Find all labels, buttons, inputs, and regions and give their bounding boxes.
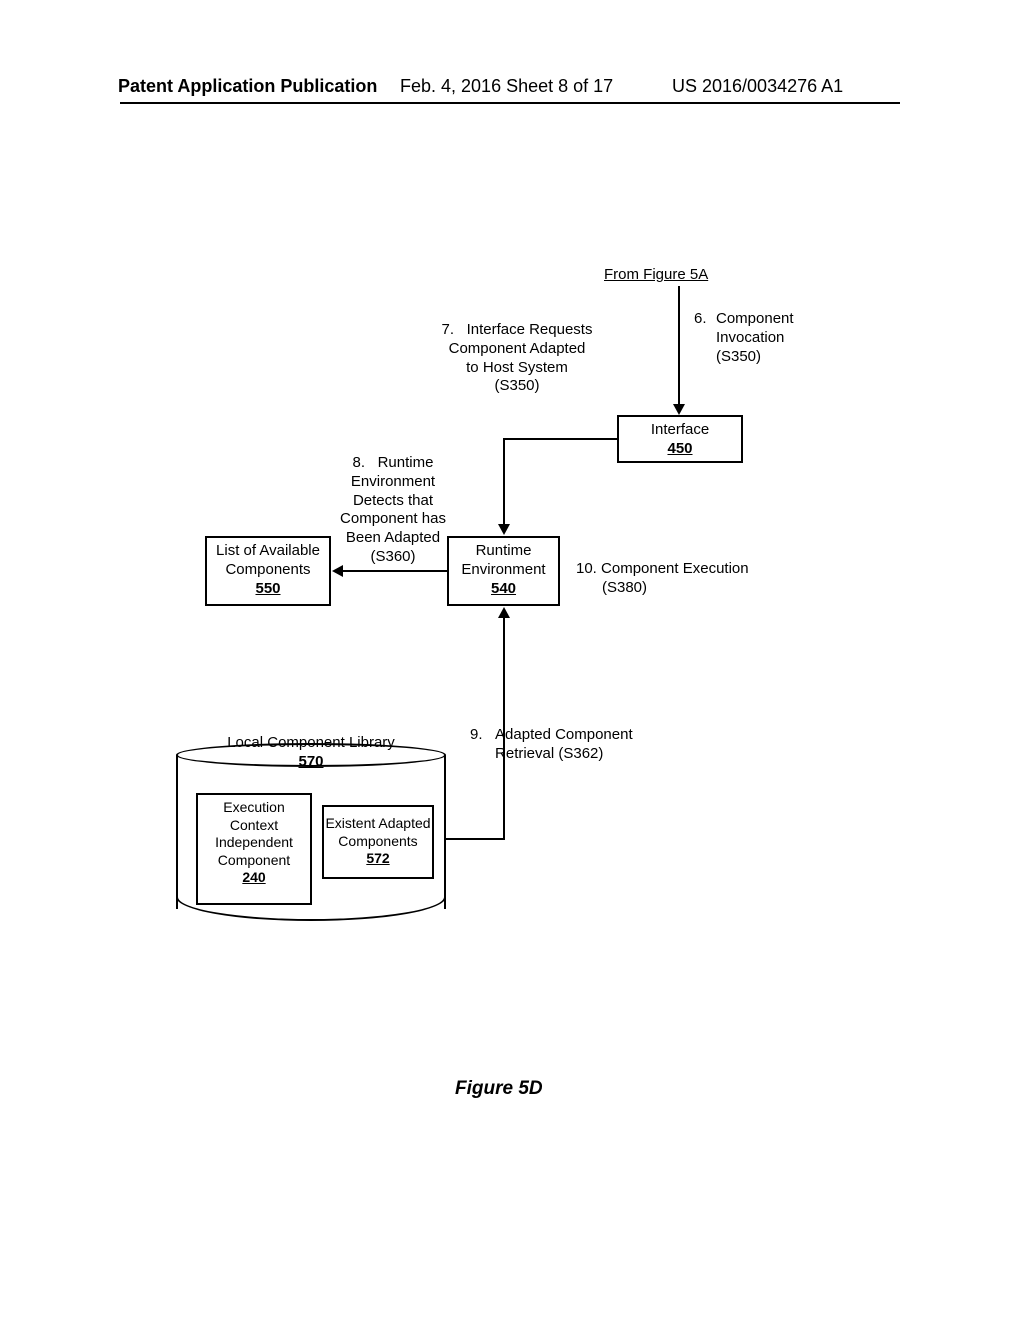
step10-b: (S380): [602, 579, 647, 596]
ecic-ref: 240: [242, 869, 265, 885]
arrow-step8-head-icon: [332, 565, 343, 577]
step6-a: Component: [716, 310, 794, 327]
header-right: US 2016/0034276 A1: [672, 76, 843, 97]
arrow-step9-head-icon: [498, 607, 510, 618]
step9-b: Retrieval (S362): [495, 745, 603, 762]
lib-title: Local Component Library: [227, 734, 395, 751]
step6-b: Invocation: [716, 329, 784, 346]
header-left: Patent Application Publication: [118, 76, 377, 97]
arrow-step9-h: [444, 838, 505, 840]
interface-title: Interface: [651, 421, 709, 438]
runtime-ref: 540: [491, 580, 516, 597]
box-list-available-components: List of Available Components 550: [205, 536, 331, 606]
step9-a: Adapted Component: [495, 726, 633, 743]
arrow-step9-v: [503, 617, 505, 840]
step8-e: Been Adapted: [346, 529, 440, 546]
ecic-b: Context: [230, 817, 278, 833]
eac-b: Components: [338, 833, 417, 849]
header-mid: Feb. 4, 2016 Sheet 8 of 17: [400, 76, 613, 97]
step6-c: (S350): [716, 348, 761, 365]
label-step7: 7. Interface Requests Component Adapted …: [432, 321, 602, 396]
ecic-a: Execution: [223, 799, 284, 815]
step6-num: 6.: [694, 310, 716, 329]
label-step10: 10. Component Execution (S380): [576, 560, 796, 598]
step7-b: Component Adapted: [449, 340, 586, 357]
arrow-step7-v: [503, 438, 505, 526]
step10-a: 10. Component Execution: [576, 560, 749, 577]
list-ref: 550: [255, 580, 280, 597]
step7-a: Interface Requests: [467, 321, 593, 338]
box-runtime-environment: Runtime Environment 540: [447, 536, 560, 606]
arrow-step6-head-icon: [673, 404, 685, 415]
runtime-b: Environment: [461, 561, 545, 578]
interface-ref: 450: [667, 440, 692, 457]
ecic-d: Component: [218, 852, 290, 868]
label-step8: 8. Runtime Environment Detects that Comp…: [328, 454, 458, 567]
step7-c: to Host System: [466, 359, 568, 376]
lib-ref: 570: [298, 753, 323, 770]
from-figure-link: From Figure 5A: [604, 266, 708, 283]
label-step9: 9. Adapted Component Retrieval (S362): [470, 726, 670, 764]
step9-num: 9.: [470, 726, 483, 743]
arrow-step8-line: [342, 570, 447, 572]
label-step6: 6.Component Invocation (S350): [694, 310, 824, 366]
step8-c: Detects that: [353, 492, 433, 509]
arrow-step7-h: [503, 438, 617, 440]
lib-title-block: Local Component Library 570: [176, 734, 446, 772]
box-existent-adapted-components: Existent Adapted Components 572: [322, 805, 434, 879]
ecic-c: Independent: [215, 834, 293, 850]
step7-d: (S350): [494, 377, 539, 394]
list-a: List of Available: [216, 542, 320, 559]
eac-a: Existent Adapted: [325, 815, 430, 831]
step8-f: (S360): [370, 548, 415, 565]
arrow-step6-line: [678, 286, 680, 406]
step8-b: Environment: [351, 473, 435, 490]
step7-num: 7.: [442, 321, 455, 338]
runtime-a: Runtime: [476, 542, 532, 559]
box-interface: Interface 450: [617, 415, 743, 463]
box-execution-context-independent-component: Execution Context Independent Component …: [196, 793, 312, 905]
step8-a: Runtime: [378, 454, 434, 471]
header-rule: [120, 102, 900, 104]
step8-d: Component has: [340, 510, 446, 527]
step8-num: 8.: [353, 454, 366, 471]
list-b: Components: [225, 561, 310, 578]
arrow-step7-head-icon: [498, 524, 510, 535]
page: Patent Application Publication Feb. 4, 2…: [0, 0, 1024, 1320]
eac-ref: 572: [366, 850, 389, 866]
figure-caption: Figure 5D: [455, 1078, 543, 1100]
